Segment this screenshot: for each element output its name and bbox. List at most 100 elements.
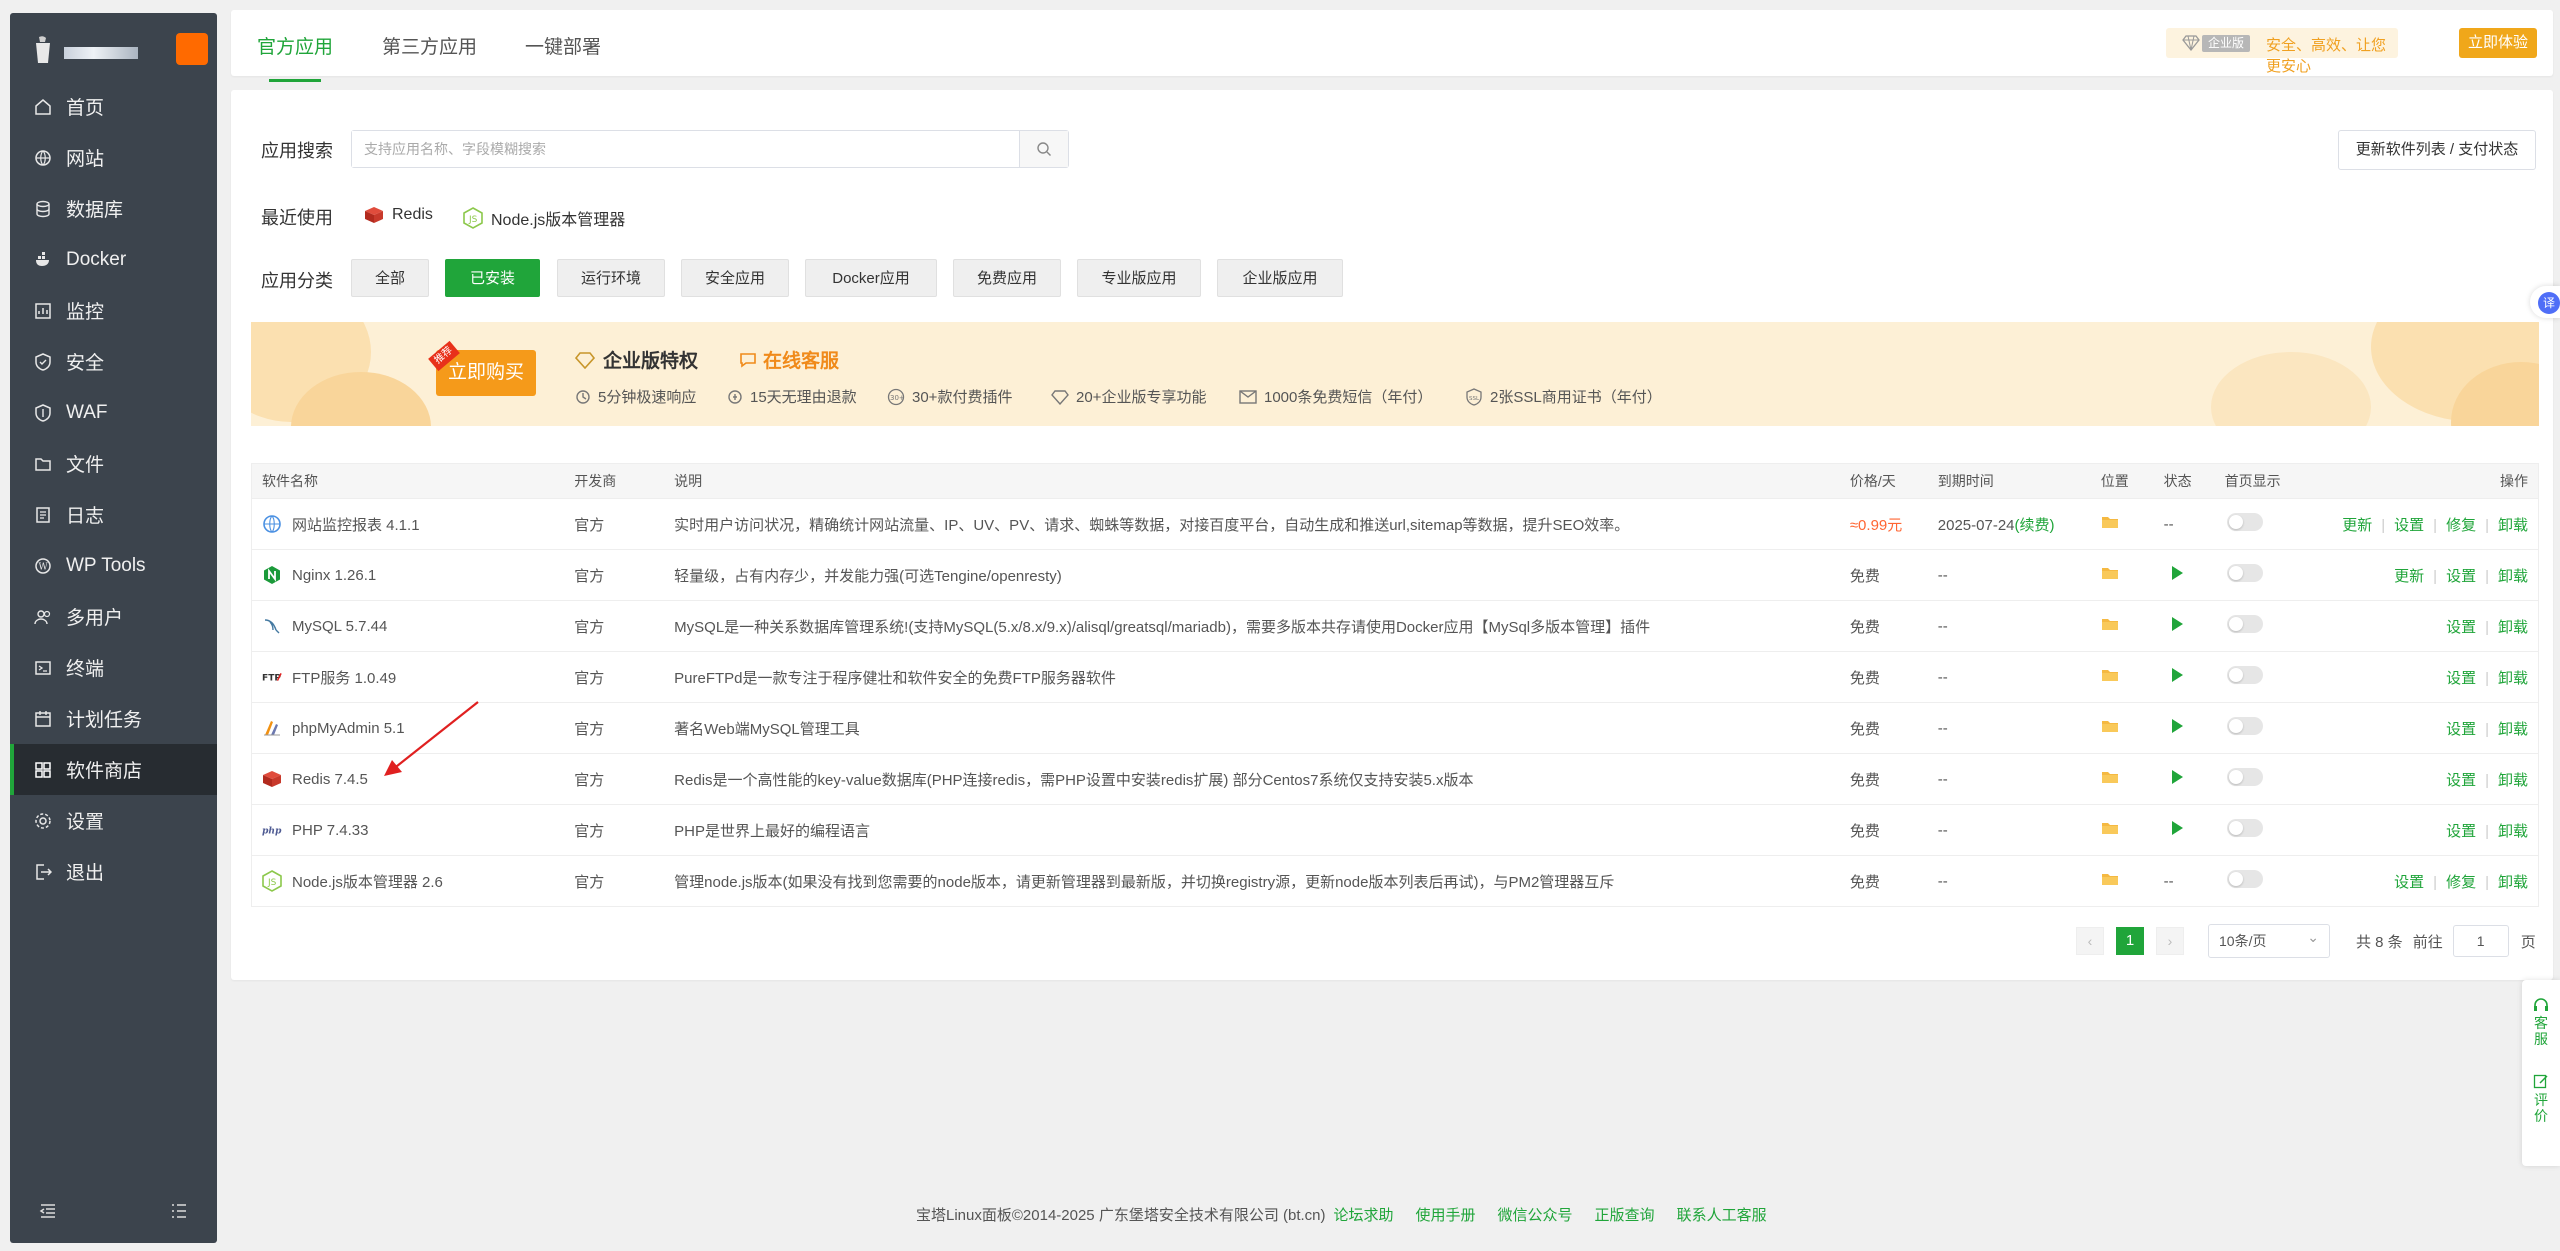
software-name-cell[interactable]: MySQL 5.7.44	[262, 616, 564, 636]
recent-item-redis[interactable]: Redis	[364, 206, 433, 224]
prev-page-button[interactable]: ‹	[2076, 927, 2104, 955]
op-link[interactable]: 卸载	[2498, 619, 2528, 636]
sidebar-item-14[interactable]: 设置	[10, 795, 217, 846]
folder-icon[interactable]	[2101, 516, 2119, 533]
category-button-4[interactable]: Docker应用	[805, 259, 937, 297]
enterprise-promo[interactable]: 企业版 安全、高效、让您更安心	[2166, 28, 2398, 75]
folder-icon[interactable]	[2101, 567, 2119, 584]
folder-icon[interactable]	[2101, 669, 2119, 686]
category-button-6[interactable]: 专业版应用	[1077, 259, 1201, 297]
software-name-cell[interactable]: php PHP 7.4.33	[262, 820, 564, 840]
op-link[interactable]: 卸载	[2498, 670, 2528, 687]
homepage-display-toggle[interactable]	[2226, 819, 2263, 837]
op-link[interactable]: 卸载	[2498, 874, 2528, 891]
search-button[interactable]	[1019, 131, 1068, 167]
op-link[interactable]: 设置	[2446, 619, 2476, 636]
op-link[interactable]: 卸载	[2498, 823, 2528, 840]
customer-service-button[interactable]: 客服	[2522, 980, 2560, 1047]
running-status-icon[interactable]	[2171, 668, 2183, 682]
software-name-cell[interactable]: JS Node.js版本管理器 2.6	[262, 870, 564, 892]
op-link[interactable]: 修复	[2446, 517, 2476, 534]
category-button-1[interactable]: 已安装	[445, 259, 540, 297]
page-size-select[interactable]: 10条/页	[2208, 921, 2330, 958]
sidebar-item-9[interactable]: W WP Tools	[10, 540, 217, 591]
sidebar-item-4[interactable]: 监控	[10, 285, 217, 336]
op-link[interactable]: 设置	[2394, 517, 2424, 534]
software-name-cell[interactable]: Nginx 1.26.1	[262, 565, 564, 585]
category-button-2[interactable]: 运行环境	[557, 259, 665, 297]
category-button-0[interactable]: 全部	[351, 259, 429, 297]
tab-one-click-deploy[interactable]: 一键部署	[525, 32, 601, 59]
homepage-display-toggle[interactable]	[2226, 513, 2263, 531]
op-link[interactable]: 卸载	[2498, 517, 2528, 534]
sidebar-item-8[interactable]: 日志	[10, 489, 217, 540]
app-search-input[interactable]	[352, 131, 1012, 167]
footer-link-manual[interactable]: 使用手册	[1416, 1204, 1476, 1225]
sidebar-item-11[interactable]: 终端	[10, 642, 217, 693]
op-link[interactable]: 修复	[2446, 874, 2476, 891]
op-link[interactable]: 设置	[2446, 670, 2476, 687]
running-status-icon[interactable]	[2171, 770, 2183, 784]
software-name-cell[interactable]: FTP FTP服务 1.0.49	[262, 667, 564, 688]
running-status-icon[interactable]	[2171, 719, 2183, 733]
review-button[interactable]: 评价	[2522, 1047, 2560, 1124]
collapse-sidebar-icon[interactable]	[38, 1201, 58, 1221]
op-link[interactable]: 更新	[2394, 568, 2424, 585]
op-link[interactable]: 设置	[2446, 823, 2476, 840]
sidebar-item-10[interactable]: 多用户	[10, 591, 217, 642]
translate-float-button[interactable]: 译	[2530, 286, 2560, 318]
sidebar-item-12[interactable]: 计划任务	[10, 693, 217, 744]
op-link[interactable]: 卸载	[2498, 721, 2528, 738]
goto-page-input[interactable]: 1	[2452, 925, 2509, 957]
sidebar-item-2[interactable]: 数据库	[10, 183, 217, 234]
footer-link-support[interactable]: 联系人工客服	[1677, 1204, 1767, 1225]
footer-link-license[interactable]: 正版查询	[1595, 1204, 1655, 1225]
refresh-software-list-button[interactable]: 更新软件列表 / 支付状态	[2338, 130, 2536, 170]
sidebar-item-15[interactable]: 退出	[10, 846, 217, 897]
homepage-display-toggle[interactable]	[2226, 768, 2263, 786]
sidebar-item-0[interactable]: 首页	[10, 81, 217, 132]
sidebar-item-1[interactable]: 网站	[10, 132, 217, 183]
software-name-cell[interactable]: 网站监控报表 4.1.1	[262, 514, 564, 535]
homepage-display-toggle[interactable]	[2226, 717, 2263, 735]
running-status-icon[interactable]	[2171, 566, 2183, 580]
homepage-display-toggle[interactable]	[2226, 564, 2263, 582]
folder-icon[interactable]	[2101, 720, 2119, 737]
col-header-name[interactable]: 软件名称	[251, 463, 565, 499]
sidebar-item-6[interactable]: WAF	[10, 387, 217, 438]
folder-icon[interactable]	[2101, 618, 2119, 635]
op-link[interactable]: 设置	[2446, 772, 2476, 789]
op-link[interactable]: 设置	[2394, 874, 2424, 891]
list-menu-icon[interactable]	[169, 1201, 189, 1221]
homepage-display-toggle[interactable]	[2226, 870, 2263, 888]
running-status-icon[interactable]	[2171, 821, 2183, 835]
try-now-button[interactable]: 立即体验	[2459, 28, 2537, 58]
op-link[interactable]: 设置	[2446, 568, 2476, 585]
sidebar-item-13[interactable]: 软件商店	[10, 744, 217, 795]
footer-link-wechat[interactable]: 微信公众号	[1498, 1204, 1573, 1225]
category-button-3[interactable]: 安全应用	[681, 259, 789, 297]
sidebar-item-5[interactable]: 安全	[10, 336, 217, 387]
op-link[interactable]: 卸载	[2498, 772, 2528, 789]
homepage-display-toggle[interactable]	[2226, 666, 2263, 684]
op-link[interactable]: 设置	[2446, 721, 2476, 738]
folder-icon[interactable]	[2101, 873, 2119, 890]
next-page-button[interactable]: ›	[2156, 927, 2184, 955]
running-status-icon[interactable]	[2171, 617, 2183, 631]
category-button-7[interactable]: 企业版应用	[1217, 259, 1343, 297]
sidebar-item-7[interactable]: 文件	[10, 438, 217, 489]
buy-now-button[interactable]: 推荐 立即购买	[428, 340, 536, 396]
recent-item-nodejs[interactable]: JS Node.js版本管理器	[463, 206, 625, 230]
folder-icon[interactable]	[2101, 822, 2119, 839]
folder-icon[interactable]	[2101, 771, 2119, 788]
page-number-current[interactable]: 1	[2116, 927, 2144, 955]
renew-link[interactable]: (续费)	[2015, 517, 2055, 534]
op-link[interactable]: 卸载	[2498, 568, 2528, 585]
tab-official-apps[interactable]: 官方应用	[257, 32, 333, 82]
alert-badge[interactable]	[176, 33, 208, 65]
op-link[interactable]: 更新	[2342, 517, 2372, 534]
footer-link-forum[interactable]: 论坛求助	[1334, 1204, 1394, 1225]
online-service-link[interactable]: 在线客服	[739, 346, 839, 373]
tab-third-party-apps[interactable]: 第三方应用	[382, 32, 477, 59]
sidebar-item-3[interactable]: Docker	[10, 234, 217, 285]
